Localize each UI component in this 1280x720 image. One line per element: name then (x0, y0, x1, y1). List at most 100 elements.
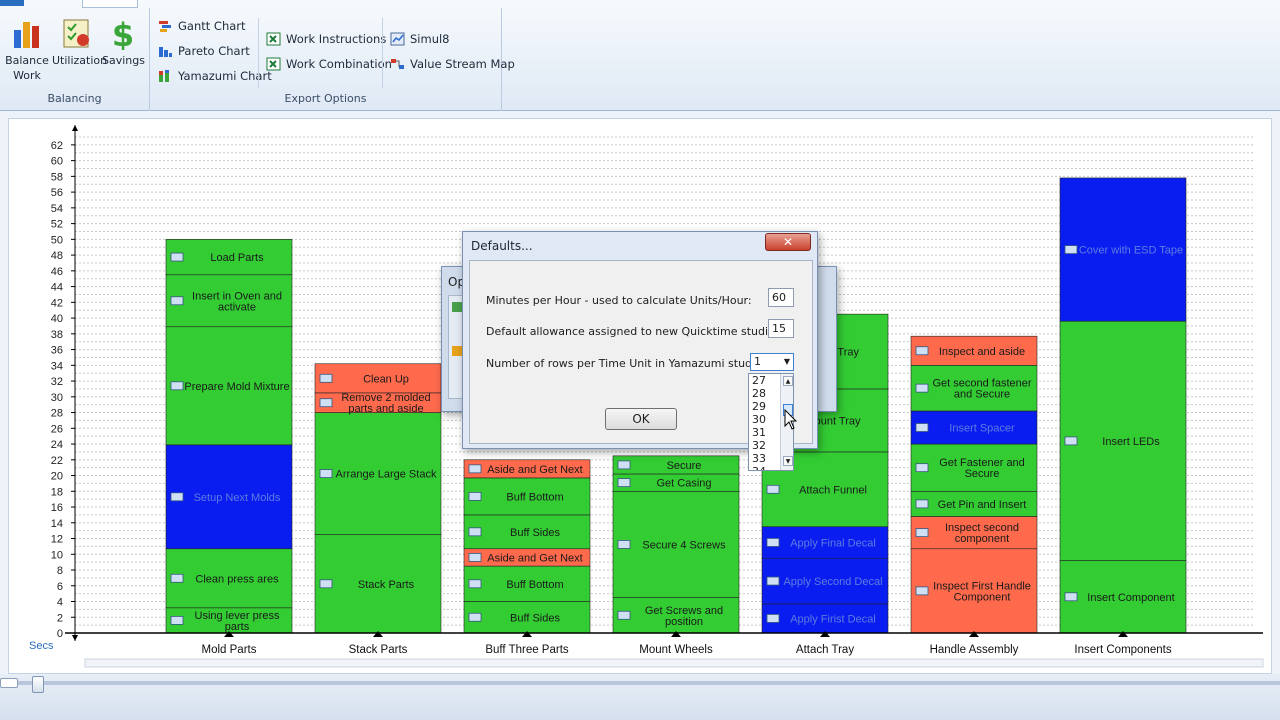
y-tick-label: 20 (51, 471, 63, 483)
export-options-group: Gantt Chart Pareto Chart Yamazumi Chart … (150, 8, 515, 111)
rows-per-time-unit-select[interactable]: 1 ▼ (750, 353, 794, 371)
x-category-label: Mount Wheels (639, 644, 713, 656)
minutes-per-hour-input[interactable]: 60 (768, 288, 794, 307)
pareto-chart-button[interactable]: Pareto Chart (156, 41, 250, 61)
y-tick-label: 58 (51, 171, 63, 183)
minutes-per-hour-label: Minutes per Hour - used to calculate Uni… (486, 294, 752, 307)
savings-button[interactable]: $ Savings (102, 16, 145, 68)
segment-label: Buff Sides (510, 527, 560, 539)
y-tick-label: 0 (57, 628, 63, 640)
simul8-button[interactable]: Simul8 (388, 29, 450, 49)
bar-chart-icon (10, 16, 44, 50)
video-icon (915, 586, 929, 596)
utilization-button[interactable]: Utilization (52, 16, 107, 68)
tool-icon[interactable] (452, 302, 462, 312)
y-tick-label: 16 (51, 502, 63, 514)
y-tick-label: 26 (51, 423, 63, 435)
segment-label: Apply Firist Decal (790, 613, 876, 625)
y-tick-label: 24 (51, 439, 63, 451)
segment-label: and Secure (954, 389, 1010, 401)
video-icon (170, 252, 184, 262)
segment-label: Apply Second Decal (783, 576, 882, 588)
close-button[interactable]: ✕ (765, 233, 811, 251)
dialog-title: Defaults... (471, 239, 533, 253)
video-icon (319, 373, 333, 383)
close-icon: ✕ (782, 235, 794, 249)
dropdown-option[interactable]: 31 (752, 426, 766, 439)
segment-label: Cover with ESD Tape (1079, 245, 1183, 257)
y-tick-label: 12 (51, 534, 63, 546)
y-tick-label: 36 (51, 345, 63, 357)
video-icon (468, 612, 482, 622)
excel-icon (266, 57, 281, 71)
y-tick-label: 6 (57, 581, 63, 593)
video-icon (915, 499, 929, 509)
y-tick-label: 18 (51, 486, 63, 498)
work-combination-button[interactable]: Work Combination (264, 54, 392, 74)
y-tick-label: 42 (51, 297, 63, 309)
video-icon (170, 296, 184, 306)
ribbon-tab-file[interactable] (0, 0, 24, 6)
y-tick-label: 32 (51, 376, 63, 388)
segment-label: parts and aside (348, 403, 423, 415)
y-tick-label: 2 (57, 612, 63, 624)
dropdown-option[interactable]: 28 (752, 387, 766, 400)
zoom-left-handle[interactable] (0, 678, 18, 688)
zoom-slider-thumb[interactable] (32, 676, 44, 693)
balancing-group-label: Balancing (47, 92, 102, 105)
zoom-track (0, 681, 1280, 685)
separator (382, 18, 383, 88)
segment-label: Arrange Large Stack (336, 469, 437, 481)
default-allowance-input[interactable]: 15 (768, 319, 794, 338)
video-icon (617, 460, 631, 470)
y-tick-label: 34 (51, 360, 63, 372)
y-tick-label: 28 (51, 408, 63, 420)
y-tick-label: 30 (51, 392, 63, 404)
video-icon (766, 484, 780, 494)
yamazumi-chart-button[interactable]: Yamazumi Chart (156, 66, 272, 86)
video-icon (915, 463, 929, 473)
dropdown-option[interactable]: 34 (752, 465, 766, 470)
segment-label: Insert Component (1087, 592, 1174, 604)
checklist-icon (59, 16, 93, 50)
y-tick-label: 8 (57, 565, 63, 577)
dropdown-option[interactable]: 29 (752, 400, 766, 413)
dropdown-option[interactable]: 32 (752, 439, 766, 452)
video-icon (915, 346, 929, 356)
video-icon (915, 383, 929, 393)
ok-button[interactable]: OK (605, 408, 677, 430)
balance-work-button[interactable]: Balance Work (4, 16, 50, 83)
video-icon (170, 616, 184, 625)
y-tick-label: 56 (51, 187, 63, 199)
gantt-chart-button[interactable]: Gantt Chart (156, 16, 246, 36)
video-icon (170, 573, 184, 583)
video-icon (766, 538, 780, 547)
default-allowance-label: Default allowance assigned to new Quickt… (486, 325, 785, 338)
y-tick-label: 44 (51, 282, 63, 294)
segment-label: Buff Sides (510, 612, 560, 624)
ribbon-tab-active[interactable] (82, 0, 138, 8)
segment-label: Secure (965, 468, 1000, 480)
x-category-label: Attach Tray (796, 644, 854, 656)
value-stream-map-button[interactable]: Value Stream Map (388, 54, 515, 74)
video-icon (468, 492, 482, 501)
pencil-icon[interactable] (452, 346, 462, 356)
dropdown-option[interactable]: 27 (752, 374, 766, 387)
segment-label: component (955, 533, 1009, 545)
yamazumi-icon (158, 69, 173, 83)
scroll-down-icon[interactable]: ▼ (783, 456, 793, 466)
x-category-label: Insert Components (1074, 644, 1171, 656)
gantt-icon (158, 19, 173, 33)
dropdown-option[interactable]: 33 (752, 452, 766, 465)
segment-label: Prepare Mold Mixture (184, 381, 289, 393)
work-instructions-button[interactable]: Work Instructions (264, 29, 386, 49)
y-axis-arrow-up-icon (72, 125, 78, 131)
segment-label: Stack Parts (358, 579, 415, 591)
vsm-icon (390, 57, 405, 71)
scroll-up-icon[interactable]: ▲ (783, 376, 793, 386)
video-icon (319, 469, 333, 478)
y-axis-label: Secs (29, 640, 54, 652)
segment-label: Secure 4 Screws (642, 539, 726, 551)
y-tick-label: 50 (51, 234, 63, 246)
dropdown-option[interactable]: 30 (752, 413, 766, 426)
